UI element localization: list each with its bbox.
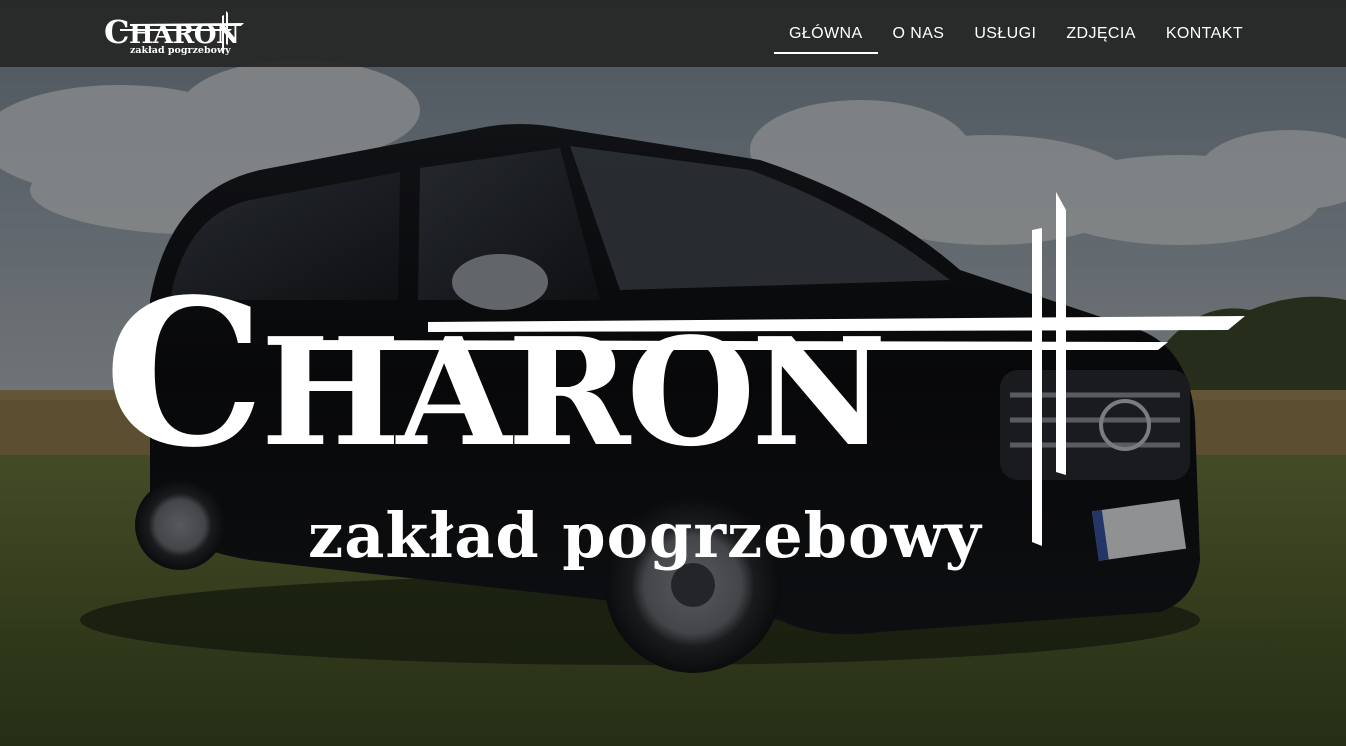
hero-brand-tagline: zakład pogrzebowy (308, 499, 982, 572)
header-logo[interactable]: CHARON zakład pogrzebowy (104, 10, 246, 58)
nav-item-uslugi[interactable]: USŁUGI (959, 0, 1051, 67)
nav-item-o-nas[interactable]: O NAS (878, 0, 960, 67)
hero-logo: CHARON zakład pogrzebowy (100, 190, 1250, 590)
nav-item-kontakt[interactable]: KONTAKT (1151, 0, 1258, 67)
hero-brand-name: CHARON (104, 254, 887, 492)
top-navigation-bar: CHARON zakład pogrzebowy GŁÓWNA O NAS US… (0, 0, 1346, 67)
header-brand-name: CHARON (104, 13, 240, 51)
nav-item-zdjecia[interactable]: ZDJĘCIA (1051, 0, 1150, 67)
nav-item-glowna[interactable]: GŁÓWNA (774, 0, 878, 67)
header-brand-tagline: zakład pogrzebowy (130, 45, 231, 56)
main-nav: GŁÓWNA O NAS USŁUGI ZDJĘCIA KONTAKT (774, 0, 1258, 67)
hero-section: CHARON zakład pogrzebowy (0, 0, 1346, 746)
